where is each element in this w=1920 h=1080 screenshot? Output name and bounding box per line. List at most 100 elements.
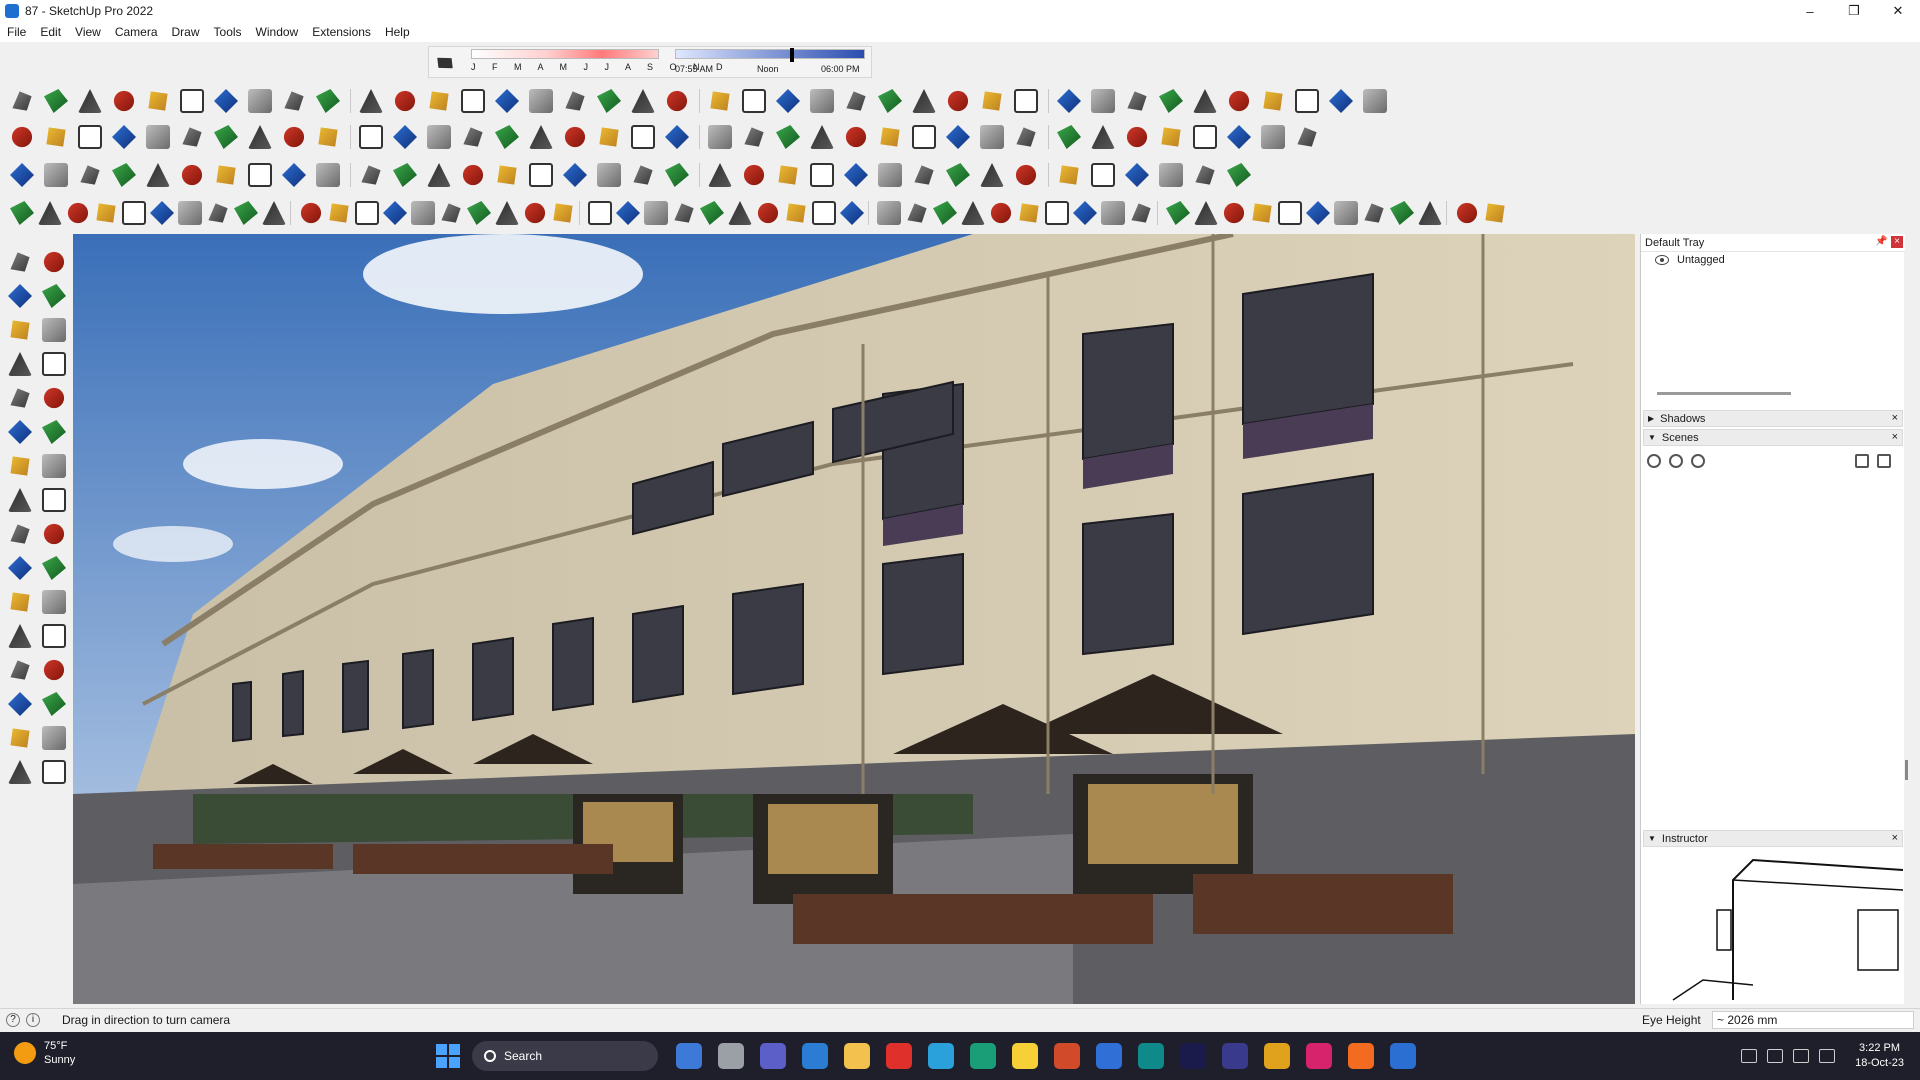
toolbar-tool-icon[interactable] bbox=[248, 125, 272, 149]
toolbar-tool-icon[interactable] bbox=[1223, 202, 1245, 224]
toolbar-tool-icon[interactable] bbox=[1125, 163, 1149, 187]
toolbar-tool-icon[interactable] bbox=[429, 91, 449, 111]
volume-icon[interactable] bbox=[1819, 1049, 1836, 1063]
toolbar-tool-icon[interactable] bbox=[597, 163, 621, 187]
toolbar-tool-icon[interactable] bbox=[776, 89, 800, 113]
toolbar-tool-icon[interactable] bbox=[1297, 127, 1317, 147]
toolbar-tool-icon[interactable] bbox=[912, 125, 936, 149]
menu-draw[interactable]: Draw bbox=[172, 25, 200, 39]
toolbar-tool-icon[interactable] bbox=[393, 125, 417, 149]
tape-measure-icon[interactable] bbox=[42, 590, 66, 614]
toolbar-tool-icon[interactable] bbox=[710, 91, 730, 111]
toolbar-tool-icon[interactable] bbox=[262, 201, 286, 225]
toolbar-tool-icon[interactable] bbox=[1126, 126, 1148, 148]
toolbar-tool-icon[interactable] bbox=[982, 91, 1002, 111]
toolbar-tool-icon[interactable] bbox=[284, 91, 304, 111]
task-view-icon[interactable] bbox=[718, 1043, 744, 1069]
toolbar-tool-icon[interactable] bbox=[316, 89, 340, 113]
rectangle-icon[interactable] bbox=[10, 388, 30, 408]
toolbar-tool-icon[interactable] bbox=[282, 163, 306, 187]
freehand-icon[interactable] bbox=[42, 352, 66, 376]
walk-icon[interactable] bbox=[42, 726, 66, 750]
toolbar-tool-icon[interactable] bbox=[1059, 165, 1079, 185]
network-icon[interactable] bbox=[1767, 1049, 1784, 1063]
toolbar-tool-icon[interactable] bbox=[208, 203, 228, 223]
toolbar-tool-icon[interactable] bbox=[1363, 89, 1387, 113]
eraser-icon[interactable] bbox=[8, 284, 32, 308]
toolbar-tool-icon[interactable] bbox=[1306, 201, 1330, 225]
toolbar-tool-icon[interactable] bbox=[234, 201, 258, 225]
toolbar-tool-icon[interactable] bbox=[633, 165, 653, 185]
look-around-icon[interactable] bbox=[8, 760, 32, 784]
shadows-close-button[interactable]: × bbox=[1892, 412, 1898, 424]
section-plane-icon[interactable] bbox=[8, 692, 32, 716]
toolbar-tool-icon[interactable] bbox=[524, 202, 546, 224]
toolbar-tool-icon[interactable] bbox=[812, 201, 836, 225]
toolbar-tool-icon[interactable] bbox=[427, 125, 451, 149]
toolbar-tool-icon[interactable] bbox=[383, 201, 407, 225]
select-arrow-icon[interactable] bbox=[10, 252, 30, 272]
app-icon[interactable] bbox=[970, 1043, 996, 1069]
measurements-input[interactable]: ~ 2026 mm bbox=[1712, 1011, 1914, 1029]
toolbar-tool-icon[interactable] bbox=[616, 201, 640, 225]
toolbar-tool-icon[interactable] bbox=[355, 201, 379, 225]
copilot-app-icon[interactable] bbox=[676, 1043, 702, 1069]
soundcloud-icon[interactable] bbox=[1348, 1043, 1374, 1069]
info-icon[interactable]: i bbox=[26, 1012, 40, 1027]
toolbar-tool-icon[interactable] bbox=[38, 201, 62, 225]
scenes-close-button[interactable]: × bbox=[1892, 431, 1898, 443]
wifi-icon[interactable] bbox=[1793, 1049, 1810, 1063]
toolbar-tool-icon[interactable] bbox=[113, 90, 135, 112]
toolbar-tool-icon[interactable] bbox=[1091, 125, 1115, 149]
toolbar-tool-icon[interactable] bbox=[1101, 201, 1125, 225]
toolbar-tool-icon[interactable] bbox=[1193, 89, 1217, 113]
taskbar-search[interactable]: Search bbox=[472, 1041, 658, 1071]
toolbar-tool-icon[interactable] bbox=[846, 91, 866, 111]
toolbar-tool-icon[interactable] bbox=[912, 89, 936, 113]
toolbar-tool-icon[interactable] bbox=[946, 163, 970, 187]
chevron-up-icon[interactable] bbox=[1741, 1049, 1758, 1063]
toolbar-tool-icon[interactable] bbox=[880, 127, 900, 147]
time-slider[interactable] bbox=[675, 48, 865, 62]
visibility-eye-icon[interactable] bbox=[1655, 255, 1669, 265]
toolbar-tool-icon[interactable] bbox=[316, 163, 340, 187]
toolbar-tool-icon[interactable] bbox=[1329, 89, 1353, 113]
toolbar-tool-icon[interactable] bbox=[11, 126, 33, 148]
toolbar-tool-icon[interactable] bbox=[597, 89, 621, 113]
menu-extensions[interactable]: Extensions bbox=[312, 25, 371, 39]
grammarly-icon[interactable] bbox=[1054, 1043, 1080, 1069]
toolbar-tool-icon[interactable] bbox=[529, 89, 553, 113]
zoom-extents-icon[interactable] bbox=[10, 728, 30, 748]
toolbar-tool-icon[interactable] bbox=[495, 201, 519, 225]
toolbar-tool-icon[interactable] bbox=[914, 165, 934, 185]
toolbar-tool-icon[interactable] bbox=[529, 163, 553, 187]
toolbar-tool-icon[interactable] bbox=[728, 201, 752, 225]
toolbar-tool-icon[interactable] bbox=[283, 126, 305, 148]
toolbar-tool-icon[interactable] bbox=[564, 126, 586, 148]
instructor-panel-header[interactable]: ▼ Instructor × bbox=[1643, 830, 1903, 847]
toolbar-tool-icon[interactable] bbox=[148, 91, 168, 111]
close-button[interactable]: ✕ bbox=[1876, 0, 1920, 22]
toolbar-tool-icon[interactable] bbox=[359, 125, 383, 149]
toolbar-tool-icon[interactable] bbox=[150, 201, 174, 225]
toolbar-tool-icon[interactable] bbox=[1166, 201, 1190, 225]
two-point-arc-icon[interactable] bbox=[42, 454, 66, 478]
toolbar-tool-icon[interactable] bbox=[844, 163, 868, 187]
toolbar-tool-icon[interactable] bbox=[1227, 163, 1251, 187]
sketchup-taskbar-icon[interactable] bbox=[1390, 1043, 1416, 1069]
toolbar-tool-icon[interactable] bbox=[810, 163, 834, 187]
toolbar-tool-icon[interactable] bbox=[810, 89, 834, 113]
app-3-icon[interactable] bbox=[1138, 1043, 1164, 1069]
toolbar-tool-icon[interactable] bbox=[947, 90, 969, 112]
toolbar-tool-icon[interactable] bbox=[1278, 201, 1302, 225]
toolbar-tool-icon[interactable] bbox=[44, 163, 68, 187]
toolbar-tool-icon[interactable] bbox=[980, 125, 1004, 149]
toolbar-tool-icon[interactable] bbox=[10, 201, 34, 225]
toolbar-tool-icon[interactable] bbox=[708, 163, 732, 187]
toolbar-tool-icon[interactable] bbox=[757, 202, 779, 224]
toolbar-tool-icon[interactable] bbox=[361, 165, 381, 185]
toolbar-tool-icon[interactable] bbox=[248, 163, 272, 187]
shadow-toggle-icon[interactable] bbox=[434, 52, 455, 73]
toolbar-tool-icon[interactable] bbox=[393, 163, 417, 187]
toolbar-tool-icon[interactable] bbox=[588, 201, 612, 225]
